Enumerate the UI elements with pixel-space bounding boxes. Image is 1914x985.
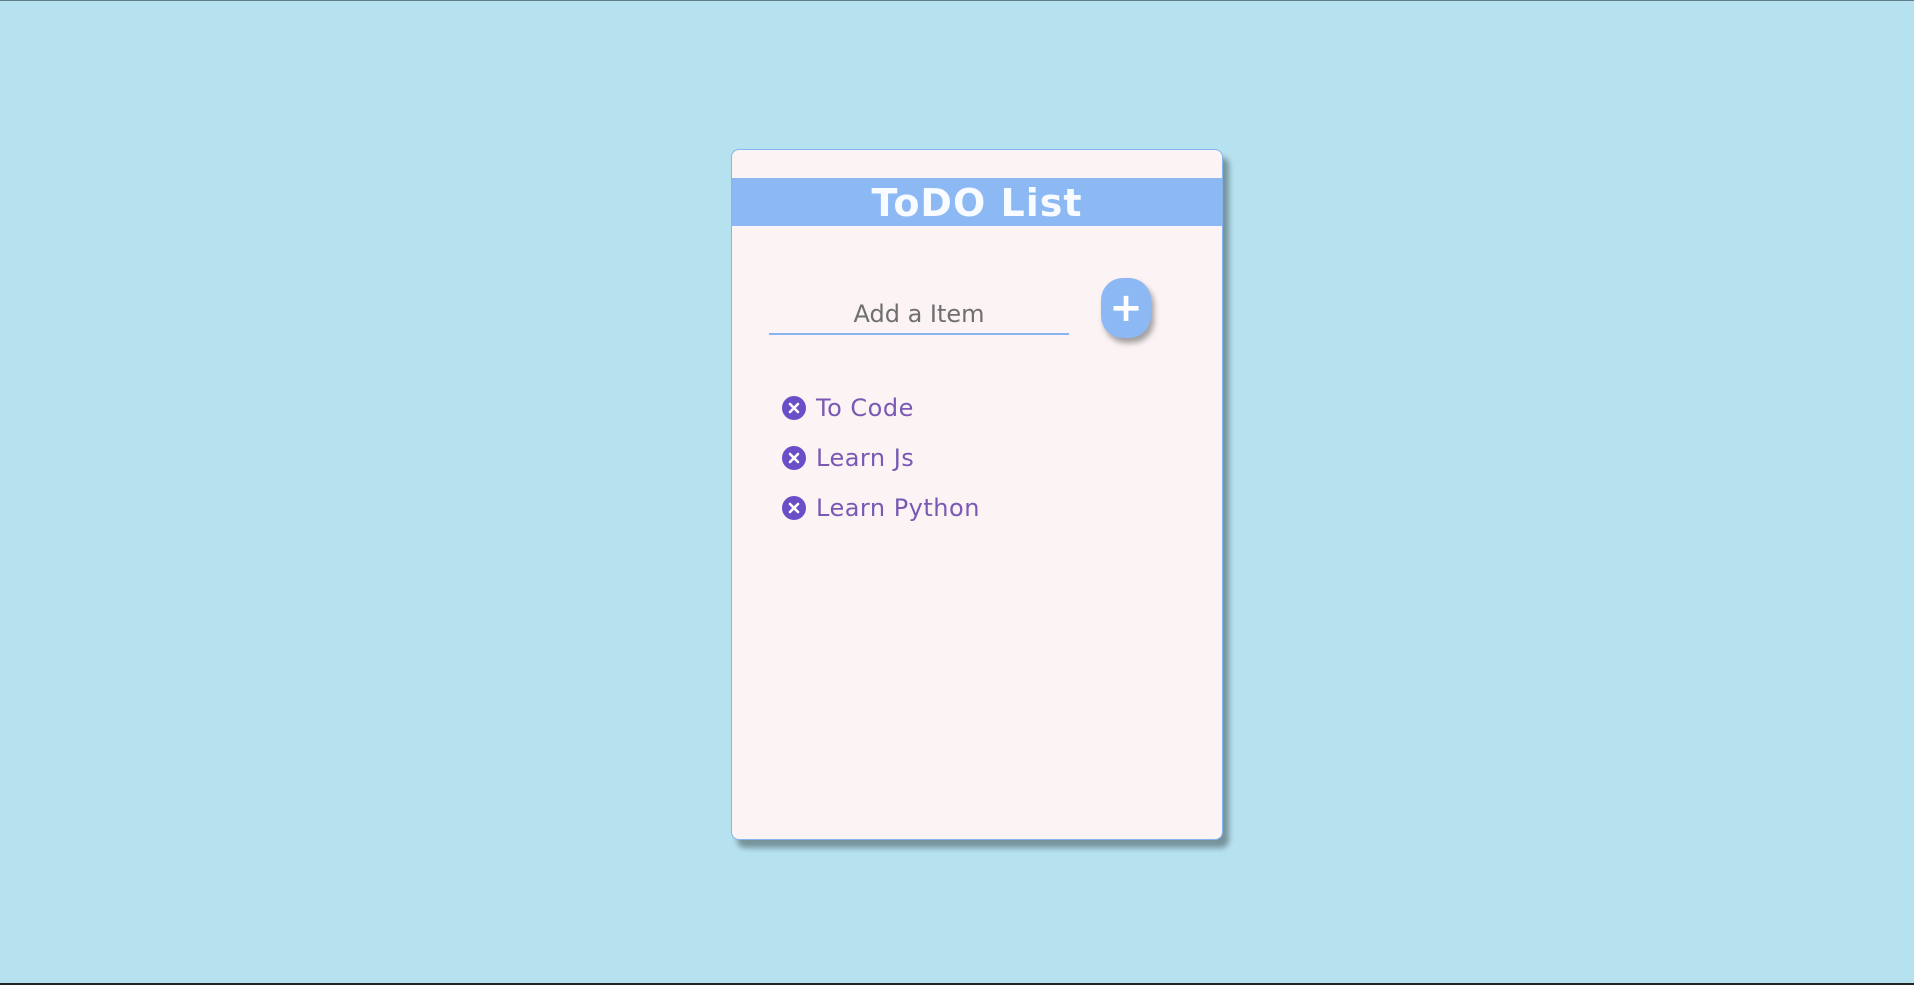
add-item-button[interactable]: + bbox=[1101, 278, 1151, 338]
todo-list: To Code Learn Js Learn Python bbox=[782, 383, 980, 533]
app-title: ToDO List bbox=[871, 181, 1083, 225]
todo-card: ToDO List + To Code Learn Js Learn Pytho… bbox=[731, 149, 1223, 840]
todo-item-label: To Code bbox=[816, 394, 914, 422]
add-item-input[interactable] bbox=[769, 295, 1069, 333]
item-input-wrapper bbox=[769, 295, 1069, 335]
todo-item: Learn Python bbox=[782, 483, 980, 533]
todo-item-label: Learn Js bbox=[816, 444, 915, 472]
todo-item: To Code bbox=[782, 383, 980, 433]
remove-circle-icon[interactable] bbox=[782, 496, 806, 520]
remove-circle-icon[interactable] bbox=[782, 396, 806, 420]
title-bar: ToDO List bbox=[732, 178, 1222, 226]
todo-item: Learn Js bbox=[782, 433, 980, 483]
remove-circle-icon[interactable] bbox=[782, 446, 806, 470]
todo-item-label: Learn Python bbox=[816, 494, 980, 522]
